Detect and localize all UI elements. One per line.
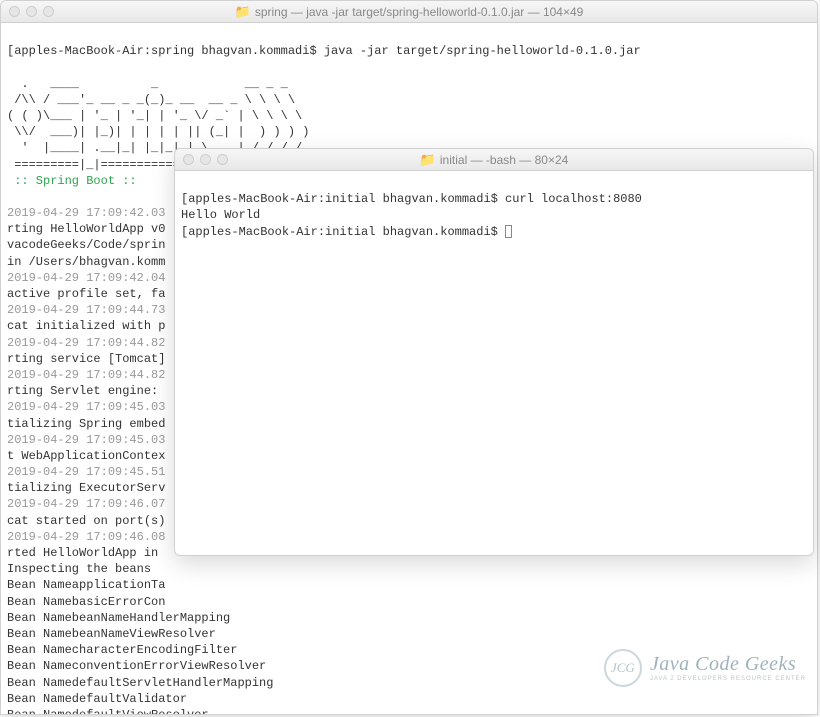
close-icon[interactable]	[9, 6, 20, 17]
minimize-icon[interactable]	[26, 6, 37, 17]
maximize-icon[interactable]	[43, 6, 54, 17]
watermark: JCG Java Code Geeks JAVA 2 DEVELOPERS RE…	[604, 649, 806, 687]
title-text: spring — java -jar target/spring-hellowo…	[255, 5, 584, 19]
watermark-logo-text: JCG	[611, 660, 635, 676]
curl-command: [apples-MacBook-Air:initial bhagvan.komm…	[181, 192, 642, 206]
cursor-icon	[505, 225, 512, 238]
watermark-logo: JCG	[604, 649, 642, 687]
terminal-output-initial[interactable]: [apples-MacBook-Air:initial bhagvan.komm…	[175, 171, 813, 260]
window-title: 📁 spring — java -jar target/spring-hello…	[9, 4, 809, 20]
maximize-icon[interactable]	[217, 154, 228, 165]
titlebar-spring[interactable]: 📁 spring — java -jar target/spring-hello…	[1, 1, 817, 23]
traffic-lights	[9, 6, 54, 17]
folder-icon: 📁	[235, 4, 251, 20]
window-title: 📁 initial — -bash — 80×24	[183, 152, 805, 168]
minimize-icon[interactable]	[200, 154, 211, 165]
traffic-lights	[183, 154, 228, 165]
prompt-ready: [apples-MacBook-Air:initial bhagvan.komm…	[181, 225, 505, 239]
prompt-line: [apples-MacBook-Air:spring bhagvan.komma…	[7, 44, 641, 58]
close-icon[interactable]	[183, 154, 194, 165]
folder-icon: 📁	[420, 152, 436, 168]
titlebar-initial[interactable]: 📁 initial — -bash — 80×24	[175, 149, 813, 171]
watermark-main: Java Code Geeks	[650, 654, 806, 674]
watermark-sub: JAVA 2 DEVELOPERS RESOURCE CENTER	[650, 676, 806, 682]
terminal-window-initial[interactable]: 📁 initial — -bash — 80×24 [apples-MacBoo…	[174, 148, 814, 556]
curl-response: Hello World	[181, 208, 260, 222]
title-text: initial — -bash — 80×24	[440, 153, 568, 167]
